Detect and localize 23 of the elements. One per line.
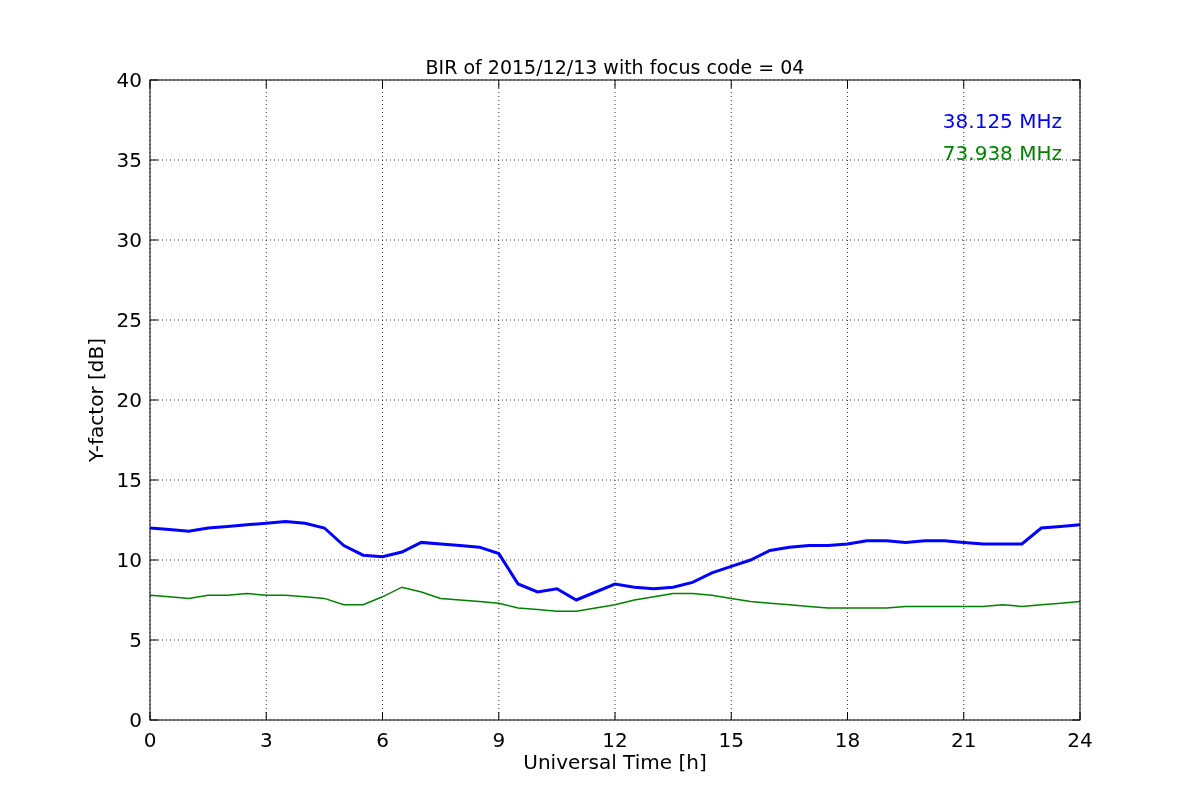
x-tick-label: 18 — [834, 728, 861, 752]
y-tick-label: 0 — [129, 708, 142, 732]
x-tick-label: 15 — [718, 728, 744, 752]
y-tick-label: 30 — [116, 228, 142, 252]
x-tick-label: 9 — [492, 728, 506, 752]
chart-title: BIR of 2015/12/13 with focus code = 04 — [425, 56, 805, 78]
x-tick-label: 3 — [259, 728, 273, 752]
x-tick-label: 0 — [143, 728, 157, 752]
x-tick-label: 21 — [951, 728, 977, 752]
y-axis-label: Y-factor [dB] — [84, 338, 108, 462]
y-tick-label: 5 — [129, 628, 142, 652]
y-tick-label: 20 — [116, 388, 142, 412]
y-tick-label: 35 — [116, 148, 142, 172]
x-tick-label: 12 — [602, 728, 628, 752]
x-axis-label: Universal Time [h] — [523, 750, 707, 774]
legend-label: 73.938 MHz — [942, 141, 1062, 165]
x-tick-label: 6 — [376, 728, 389, 752]
y-tick-label: 10 — [116, 548, 142, 572]
y-tick-label: 40 — [116, 68, 142, 92]
y-tick-label: 15 — [116, 468, 142, 492]
legend-label: 38.125 MHz — [942, 109, 1062, 133]
y-tick-label: 25 — [116, 308, 142, 332]
x-tick-label: 24 — [1067, 728, 1093, 752]
